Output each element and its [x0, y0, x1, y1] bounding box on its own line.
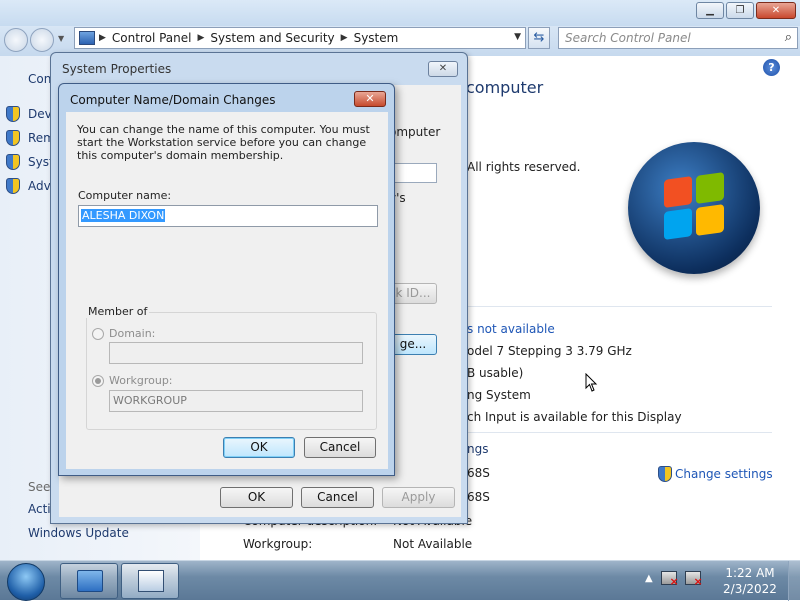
recent-pages-dropdown[interactable]: ▼: [58, 34, 64, 43]
breadcrumb-system-and-security[interactable]: System and Security: [210, 31, 334, 45]
control-panel-icon: [77, 570, 103, 592]
mouse-cursor-icon: [585, 373, 598, 392]
left-pane-item-advanced-settings[interactable]: Adv: [6, 178, 51, 194]
domain-label: Domain:: [109, 327, 156, 340]
flag-green: [696, 172, 724, 204]
control-panel-icon: [79, 31, 95, 45]
system-properties-close-button[interactable]: ✕: [428, 61, 458, 77]
memory-value: B usable): [467, 366, 524, 380]
chevron-right-icon[interactable]: ▶: [198, 33, 205, 43]
see-also-heading: See: [28, 480, 51, 494]
workgroup-label: Workgroup:: [243, 537, 313, 551]
system-type-value: ng System: [467, 388, 531, 402]
dialog-close-button[interactable]: ✕: [354, 91, 386, 107]
action-center-link[interactable]: Acti: [28, 502, 51, 516]
computer-name-label: Computer name:: [78, 189, 172, 202]
computer-name-value: 68S: [467, 466, 490, 480]
shield-icon: [6, 178, 20, 194]
workgroup-radio[interactable]: [92, 375, 104, 387]
section-heading: ngs: [467, 442, 489, 456]
workgroup-value: Not Available: [393, 537, 473, 551]
description-fragment: omputer: [389, 125, 441, 139]
divider: [466, 306, 772, 307]
member-of-legend: Member of: [86, 305, 150, 318]
search-placeholder: Search Control Panel: [565, 31, 691, 45]
chevron-right-icon[interactable]: ▶: [341, 33, 348, 43]
taskbar-system-properties-button[interactable]: [121, 563, 179, 599]
page-heading: computer: [466, 78, 544, 97]
domain-radio[interactable]: [92, 328, 104, 340]
address-dropdown-icon[interactable]: ▼: [514, 32, 521, 42]
search-input[interactable]: Search Control Panel ⌕: [558, 27, 798, 49]
system-properties-icon: [138, 570, 164, 592]
caption-buttons: ▁ ❐ ✕: [696, 2, 796, 19]
window-titlebar: ▁ ❐ ✕: [0, 0, 800, 26]
flag-blue: [664, 208, 692, 240]
windows-logo: [628, 142, 760, 274]
rating-link[interactable]: s not available: [467, 322, 555, 336]
computer-description-field[interactable]: [389, 163, 437, 183]
computer-name-input[interactable]: ALESHA DIXON: [78, 205, 378, 227]
ok-button[interactable]: OK: [220, 487, 293, 508]
shield-icon: [6, 154, 20, 170]
show-hidden-icons-icon[interactable]: ▲: [645, 573, 653, 584]
domain-input[interactable]: [109, 342, 363, 364]
left-pane-item-system-protection[interactable]: Syst: [6, 154, 54, 170]
start-button[interactable]: [7, 563, 45, 601]
control-panel-home-link[interactable]: Con: [28, 72, 51, 86]
taskbar-clock[interactable]: 1:22 AM 2/3/2022: [718, 565, 782, 597]
change-settings-label: Change settings: [675, 467, 773, 481]
dialog-ok-button[interactable]: OK: [223, 437, 295, 458]
address-bar[interactable]: ▶ Control Panel ▶ System and Security ▶ …: [74, 27, 526, 49]
workgroup-label: Workgroup:: [109, 374, 173, 387]
system-properties-title: System Properties: [62, 62, 172, 76]
search-icon[interactable]: ⌕: [785, 28, 792, 48]
change-settings-link[interactable]: Change settings: [658, 466, 773, 482]
notification-area: ▲: [645, 571, 703, 588]
taskbar: ▲ 1:22 AM 2/3/2022: [0, 560, 800, 601]
breadcrumb-system[interactable]: System: [354, 31, 399, 45]
apply-button[interactable]: Apply: [382, 487, 455, 508]
minimize-button[interactable]: ▁: [696, 2, 724, 19]
left-pane-item-device-manager[interactable]: Devi: [6, 106, 55, 122]
clock-time: 1:22 AM: [725, 566, 775, 580]
close-button[interactable]: ✕: [756, 2, 796, 19]
cancel-button[interactable]: Cancel: [301, 487, 374, 508]
shield-icon: [6, 106, 20, 122]
pen-touch-value: ch Input is available for this Display: [467, 410, 682, 424]
forward-button[interactable]: [30, 28, 54, 52]
back-button[interactable]: [4, 28, 28, 52]
dialog-title: Computer Name/Domain Changes: [70, 93, 276, 107]
workgroup-input[interactable]: WORKGROUP: [109, 390, 363, 412]
left-pane-item-label: Adv: [28, 179, 51, 193]
windows-update-link[interactable]: Windows Update: [28, 526, 129, 540]
flag-red: [664, 176, 692, 208]
restore-button[interactable]: ❐: [726, 2, 754, 19]
show-desktop-button[interactable]: [788, 561, 800, 601]
dialog-cancel-button[interactable]: Cancel: [304, 437, 376, 458]
computer-name-selected-text: ALESHA DIXON: [81, 209, 166, 222]
breadcrumb-control-panel[interactable]: Control Panel: [112, 31, 192, 45]
change-button[interactable]: ge...: [389, 334, 437, 355]
refresh-button[interactable]: ⇆: [528, 27, 550, 49]
network-icon[interactable]: [660, 571, 679, 588]
taskbar-control-panel-button[interactable]: [60, 563, 118, 599]
network-id-button[interactable]: k ID...: [389, 283, 437, 304]
shield-icon: [6, 130, 20, 146]
copyright-text: All rights reserved.: [467, 160, 581, 174]
divider: [466, 432, 772, 433]
dialog-body: You can change the name of this computer…: [66, 112, 388, 469]
flag-yellow: [696, 204, 724, 236]
full-computer-name-value: 68S: [467, 490, 490, 504]
chevron-right-icon[interactable]: ▶: [99, 33, 106, 43]
volume-icon[interactable]: [684, 571, 703, 588]
help-icon[interactable]: ?: [763, 59, 780, 76]
dialog-description: You can change the name of this computer…: [77, 123, 370, 162]
processor-value: odel 7 Stepping 3 3.79 GHz: [467, 344, 632, 358]
left-pane-item-remote-settings[interactable]: Rem: [6, 130, 55, 146]
computer-name-dialog: Computer Name/Domain Changes ✕ You can c…: [58, 83, 395, 476]
shield-icon: [658, 466, 672, 482]
clock-date: 2/3/2022: [723, 582, 777, 596]
